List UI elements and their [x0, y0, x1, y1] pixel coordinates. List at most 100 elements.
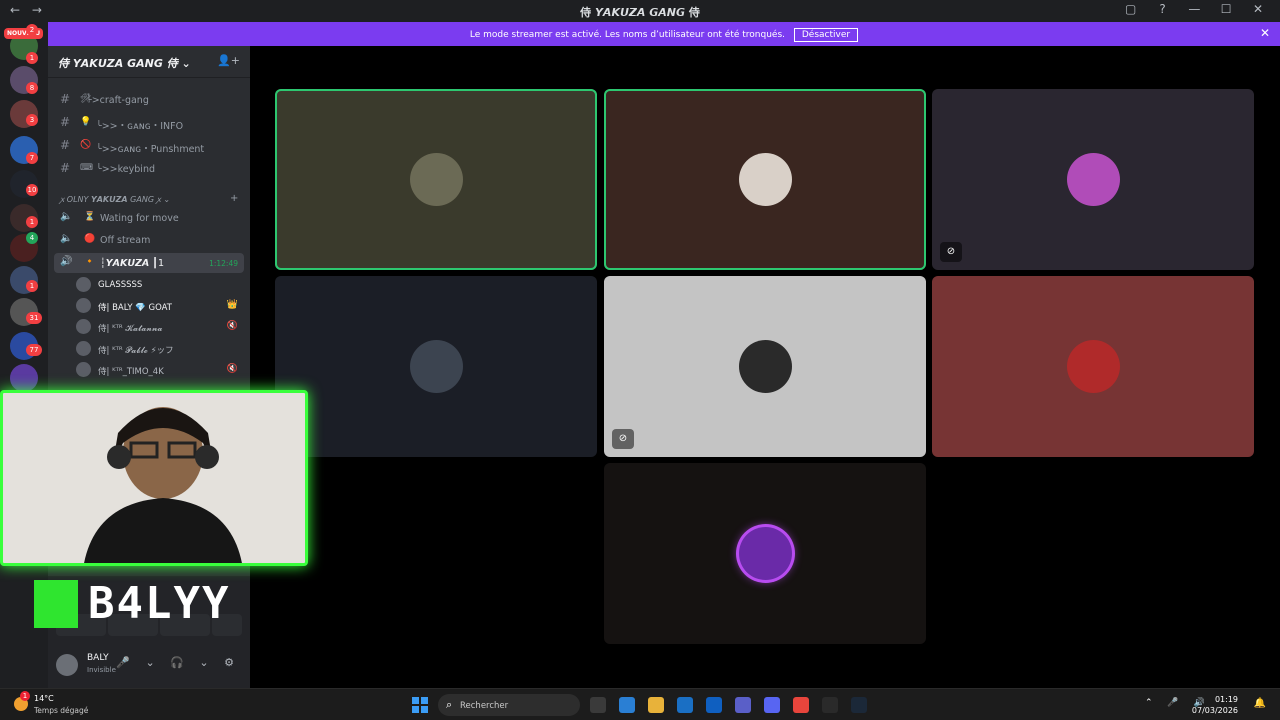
mention-badge: 77 [26, 344, 42, 356]
channel-punishment[interactable]: # 🚫 ╰>>ɢᴀɴɢ・Punshment [58, 136, 244, 156]
member-name: 侍| ᴷᵀᴿ 𝓟𝓪𝓫𝓵𝓸 ⚡ッフ [98, 346, 174, 356]
muted-icon: 🔇 [226, 321, 238, 331]
channel-emoji: ⏳ [84, 212, 96, 222]
avatar [1067, 340, 1120, 393]
mention-badge: 31 [26, 312, 42, 324]
mention-badge: 1 [26, 52, 38, 64]
window-controls: ▢ ? — ☐ ✕ [1117, 2, 1272, 16]
mention-badge: 1 [26, 280, 38, 292]
video-tile[interactable] [604, 89, 926, 270]
channel-keybind[interactable]: # ⌨ ╰>>keybind [58, 159, 244, 179]
video-tile[interactable]: ⊘ [604, 276, 926, 457]
help-icon[interactable]: ? [1149, 2, 1177, 16]
hash-icon: # [60, 115, 71, 129]
voice-channel-off-stream[interactable]: 🔈 🔴 Off stream [54, 230, 244, 250]
close-window-icon[interactable]: ✕ [1244, 2, 1272, 16]
voice-member[interactable]: 侍| ᴷᵀᴿ 𝓟𝓪𝓫𝓵𝓸 ⚡ッフ [76, 339, 242, 359]
user-status: Invisible [87, 666, 116, 674]
mention-badge: 4 [26, 232, 38, 244]
user-name: BALY [87, 653, 109, 663]
search-icon: ⌕ [446, 698, 453, 711]
minimize-icon[interactable]: — [1180, 2, 1208, 16]
channel-label: ╰>craft-gang [86, 95, 149, 106]
close-banner-icon[interactable]: ✕ [1260, 26, 1270, 40]
voice-member[interactable]: 侍| ᴷᵀᴿ 𝓚𝓪𝓽𝓪𝓷𝓷𝓪 🔇 [76, 317, 242, 337]
taskbar-app-icon[interactable] [590, 697, 606, 713]
video-tile[interactable] [932, 276, 1254, 457]
channel-craft-gang[interactable]: # 🛠 ╰>craft-gang [58, 90, 244, 110]
video-off-icon: ⊘ [612, 429, 634, 449]
mention-badge: 7 [26, 152, 38, 164]
taskbar-app-icon[interactable] [764, 697, 780, 713]
weather-desc[interactable]: Temps dégagé [34, 706, 88, 715]
category-header[interactable]: ꭗ OLNY 𝙔𝘼𝙆𝙐𝙕𝘼 GANG ꭗ ⌄ + [60, 193, 238, 205]
avatar [76, 319, 91, 334]
voice-member[interactable]: 侍| BALY 💎 GOAT 👑 [76, 296, 242, 316]
windows-start-icon[interactable] [412, 697, 428, 713]
time: 01:19 [1214, 695, 1238, 704]
speaker-icon: 🔈 [60, 211, 73, 222]
avatar [76, 277, 91, 292]
speaker-icon: 🔊 [60, 256, 73, 267]
member-name: 侍| BALY 💎 GOAT [98, 303, 172, 313]
streamer-mode-banner: Le mode streamer est activé. Les noms d’… [48, 22, 1280, 46]
muted-icon: 🔇 [226, 364, 238, 374]
notification-icon[interactable]: 🔔 [1254, 698, 1266, 709]
channel-label: ╰>>keybind [96, 164, 155, 175]
avatar [76, 341, 91, 356]
channel-emoji: ⌨ [80, 163, 93, 173]
add-member-icon[interactable]: 👤+ [217, 54, 240, 67]
voice-member[interactable]: GLASSSSS [76, 275, 242, 295]
taskbar-app-icon[interactable] [619, 697, 635, 713]
channel-emoji: 🔴 [84, 234, 96, 244]
weather-badge: 1 [20, 691, 30, 701]
window-title: 侍 𝙔𝘼𝙆𝙐𝙕𝘼 𝙂𝘼𝙉𝙂 侍 [580, 6, 700, 19]
taskbar-app-icon[interactable] [735, 697, 751, 713]
maximize-icon[interactable]: ☐ [1212, 2, 1240, 16]
member-name: GLASSSSS [98, 280, 143, 290]
avatar [410, 340, 463, 393]
hash-icon: # [60, 92, 71, 106]
channel-label: ╰>>ɢᴀɴɢ・Punshment [96, 144, 205, 155]
taskbar: 1 14°C Temps dégagé ⌕ Rechercher ⌃ 🎤 🔊 0… [0, 688, 1280, 720]
taskbar-app-icon[interactable] [648, 697, 664, 713]
video-tile[interactable] [604, 463, 926, 644]
voice-member[interactable]: 侍| ᴷᵀᴿ_TIMO_4K 🔇 [76, 360, 242, 380]
server-icon[interactable] [10, 364, 38, 392]
avatar [76, 298, 91, 313]
hash-icon: # [60, 161, 71, 175]
add-channel-icon[interactable]: + [230, 193, 238, 204]
channel-label: ┆𝙔𝘼𝙆𝙐𝙕𝘼 ┃1 [100, 258, 165, 269]
voice-channel-waiting[interactable]: 🔈 ⏳ Wating for move [54, 208, 244, 228]
server-header[interactable]: 侍 𝙔𝘼𝙆𝙐𝙕𝘼 𝙂𝘼𝙉𝙂 侍 ⌄ 👤+ [48, 46, 250, 78]
disable-streamer-button[interactable]: Désactiver [793, 28, 859, 42]
taskbar-app-icon[interactable] [677, 697, 693, 713]
taskbar-app-icon[interactable] [706, 697, 722, 713]
inbox-icon[interactable]: ▢ [1117, 2, 1145, 16]
taskbar-app-icon[interactable] [822, 697, 838, 713]
speaker-icon: 🔈 [60, 233, 73, 244]
search-placeholder: Rechercher [460, 701, 509, 711]
video-tile[interactable]: ⊘ [932, 89, 1254, 270]
channel-emoji: 🚫 [80, 140, 92, 150]
avatar[interactable] [56, 654, 78, 676]
avatar [739, 153, 792, 206]
taskbar-app-icon[interactable] [793, 697, 809, 713]
logo-mark [34, 580, 78, 628]
channel-label: Wating for move [100, 213, 179, 224]
taskbar-app-icon[interactable] [851, 697, 867, 713]
avatar [76, 362, 91, 377]
avatar [739, 527, 792, 580]
user-controls[interactable]: 🎤 ⌄ 🎧 ⌄ ⚙ [116, 656, 240, 669]
video-tile[interactable] [275, 276, 597, 457]
video-tile[interactable] [275, 89, 597, 270]
taskbar-search[interactable]: ⌕ Rechercher [438, 694, 580, 716]
voice-channel-yakuza[interactable]: 🔊 🔸 ┆𝙔𝘼𝙆𝙐𝙕𝘼 ┃1 1:12:49 [54, 253, 244, 273]
hash-icon: # [60, 138, 71, 152]
mention-badge: 3 [26, 114, 38, 126]
clock[interactable]: 01:19 07/03/2026 [1192, 694, 1238, 716]
server-name[interactable]: 侍 𝙔𝘼𝙆𝙐𝙕𝘼 𝙂𝘼𝙉𝙂 侍 ⌄ [58, 55, 191, 71]
channel-gang-info[interactable]: # 💡 ╰>>・ɢᴀɴɢ・INFO [58, 113, 244, 133]
channel-label: ╰>>・ɢᴀɴɢ・INFO [96, 121, 184, 132]
weather-temp[interactable]: 14°C [34, 694, 54, 703]
